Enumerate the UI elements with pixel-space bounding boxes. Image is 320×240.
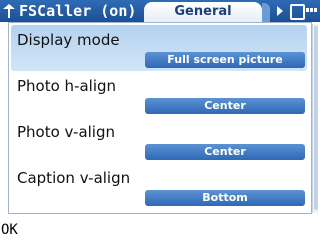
setting-label: Caption v-align	[17, 169, 131, 187]
ok-softkey[interactable]: OK	[1, 222, 18, 238]
setting-display-mode[interactable]: Display mode Full screen picture	[11, 25, 307, 71]
setting-value[interactable]: Full screen picture	[145, 52, 305, 68]
settings-list: Display mode Full screen picture Photo h…	[8, 22, 312, 214]
scrollbar-thumb[interactable]	[314, 26, 318, 210]
setting-value[interactable]: Bottom	[145, 190, 305, 206]
title-bar: FSCaller (on) General	[0, 0, 320, 22]
setting-caption-v-align[interactable]: Caption v-align Bottom	[11, 163, 307, 209]
status-icon	[290, 4, 305, 20]
battery-icon	[306, 8, 317, 12]
app-title: FSCaller (on)	[19, 2, 137, 20]
setting-label: Display mode	[17, 31, 120, 49]
signal-icon	[3, 4, 15, 18]
setting-label: Photo v-align	[17, 123, 115, 141]
setting-value[interactable]: Center	[145, 144, 305, 160]
scrollbar[interactable]	[312, 24, 318, 213]
tab-next-arrow-icon[interactable]	[276, 5, 284, 17]
setting-label: Photo h-align	[17, 77, 117, 95]
setting-photo-h-align[interactable]: Photo h-align Center	[11, 71, 307, 117]
setting-photo-v-align[interactable]: Photo v-align Center	[11, 117, 307, 163]
setting-value[interactable]: Center	[145, 98, 305, 114]
tab-general[interactable]: General	[144, 2, 262, 22]
tab-edge	[262, 3, 270, 22]
